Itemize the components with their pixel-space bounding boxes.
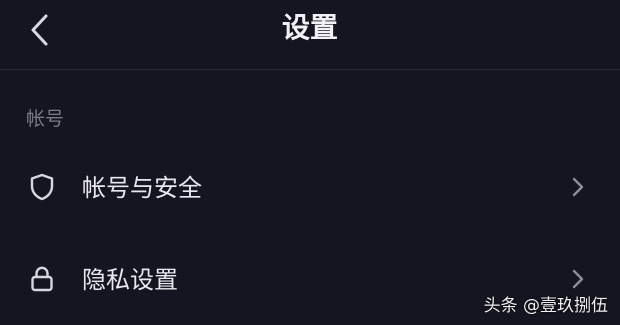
section-label-account: 帐号 (26, 108, 65, 130)
settings-item-label: 帐号与安全 (82, 174, 202, 202)
lock-icon (31, 266, 53, 292)
chevron-right-icon (572, 177, 584, 197)
top-bar: 设置 (0, 0, 620, 70)
shield-icon (30, 173, 54, 201)
chevron-right-icon (572, 269, 584, 289)
page-title: 设置 (281, 11, 338, 44)
settings-item-account-security[interactable]: 帐号与安全 (0, 151, 620, 223)
settings-item-label: 隐私设置 (82, 266, 178, 294)
watermark-text: 头条 @壹玖捌伍 (483, 296, 608, 316)
